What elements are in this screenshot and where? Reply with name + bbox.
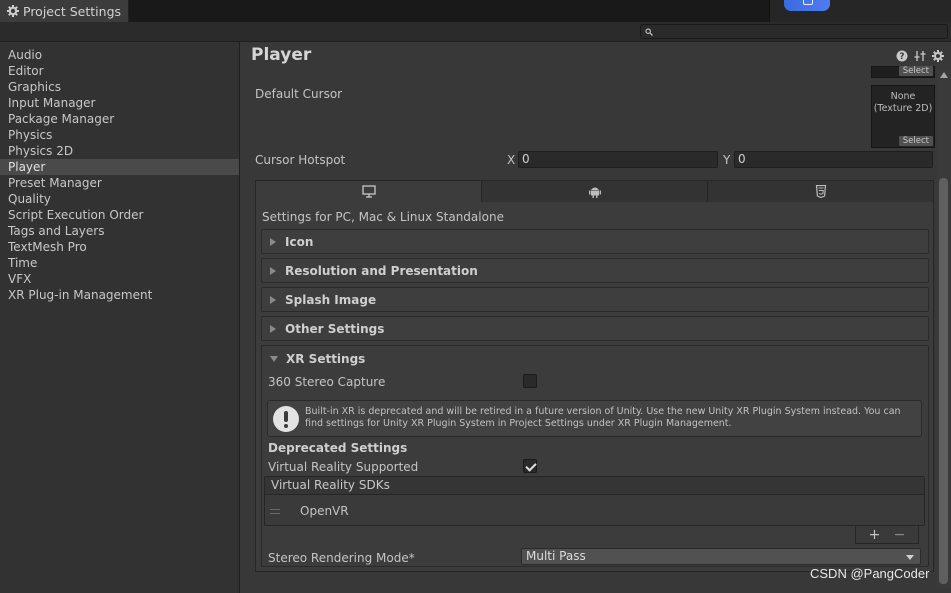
- deprecation-help-box: Built-in XR is deprecated and will be re…: [267, 400, 922, 437]
- sidebar-item-xr-plugin-management[interactable]: XR Plug-in Management: [0, 287, 239, 303]
- drag-handle-icon[interactable]: [270, 508, 280, 514]
- foldout-title: XR Settings: [286, 351, 366, 366]
- gear-icon[interactable]: [932, 50, 944, 62]
- default-icon-texture-field[interactable]: Select: [871, 66, 935, 78]
- texture-select-button[interactable]: Select: [898, 66, 933, 76]
- scroll-thumb[interactable]: [939, 178, 948, 584]
- hotspot-y-field[interactable]: 0: [734, 151, 933, 168]
- sidebar-item-quality[interactable]: Quality: [0, 191, 239, 207]
- platform-settings-box: Settings for PC, Mac & Linux Standalone …: [255, 180, 934, 572]
- tab-android[interactable]: [482, 181, 708, 202]
- vr-supported-checkbox[interactable]: [523, 459, 537, 473]
- cursor-select-button[interactable]: Select: [898, 136, 933, 146]
- window-tab-bar: Project Settings: [0, 0, 951, 22]
- foldout-splash-image[interactable]: Splash Image: [261, 287, 929, 312]
- default-cursor-texture-field[interactable]: None (Texture 2D) Select: [871, 85, 935, 148]
- vertical-scrollbar[interactable]: [937, 70, 951, 588]
- deprecated-settings-heading: Deprecated Settings: [268, 441, 408, 455]
- sidebar-item-graphics[interactable]: Graphics: [0, 79, 239, 95]
- help-text: Built-in XR is deprecated and will be re…: [305, 406, 901, 429]
- sidebar-item-player[interactable]: Player: [0, 159, 239, 175]
- help-icon[interactable]: ?: [896, 50, 908, 62]
- preset-icon[interactable]: [914, 50, 926, 62]
- foldout-title: Resolution and Presentation: [285, 263, 478, 278]
- foldout-other-settings[interactable]: Other Settings: [261, 316, 929, 341]
- default-cursor-label: Default Cursor: [255, 87, 343, 101]
- hotspot-x-field[interactable]: 0: [518, 151, 718, 168]
- chevron-right-icon: [270, 266, 276, 275]
- texture-none-text: None (Texture 2D): [872, 91, 934, 115]
- inspector-panel: Player ? Select Default Cursor None (Tex…: [241, 42, 951, 593]
- foldout-title: Other Settings: [285, 321, 385, 336]
- sidebar-item-tags-and-layers[interactable]: Tags and Layers: [0, 223, 239, 239]
- texture-none-line: None: [890, 91, 916, 102]
- platform-tabs: [256, 181, 933, 202]
- vr-supported-label: Virtual Reality Supported: [268, 460, 419, 474]
- gear-icon: [7, 5, 19, 17]
- stereo-mode-value: Multi Pass: [526, 549, 586, 563]
- sdk-list-header: Virtual Reality SDKs: [265, 477, 924, 495]
- search-box[interactable]: [640, 24, 948, 39]
- monitor-icon: [361, 185, 376, 198]
- search-row: [0, 22, 951, 42]
- sidebar-item-audio[interactable]: Audio: [0, 47, 239, 63]
- sidebar-item-input-manager[interactable]: Input Manager: [0, 95, 239, 111]
- sidebar-item-script-execution-order[interactable]: Script Execution Order: [0, 207, 239, 223]
- foldout-title: Splash Image: [285, 292, 377, 307]
- floating-app-icon[interactable]: [784, 0, 830, 11]
- sidebar-item-physics-2d[interactable]: Physics 2D: [0, 143, 239, 159]
- stereo-capture-checkbox[interactable]: [523, 374, 537, 388]
- scroll-up-icon[interactable]: [940, 72, 948, 78]
- stereo-mode-dropdown[interactable]: Multi Pass: [521, 548, 921, 565]
- cursor-hotspot-label: Cursor Hotspot: [255, 153, 346, 167]
- vr-sdk-list: Virtual Reality SDKs OpenVR: [264, 476, 925, 526]
- search-icon: [645, 27, 653, 36]
- header-icons: ?: [896, 50, 944, 62]
- foldout-title: Icon: [285, 234, 314, 249]
- warning-icon: [273, 406, 299, 432]
- stereo-capture-label: 360 Stereo Capture: [268, 375, 386, 389]
- chevron-right-icon: [270, 237, 276, 246]
- settings-sidebar: Audio Editor Graphics Input Manager Pack…: [0, 42, 240, 593]
- svg-text:?: ?: [900, 52, 905, 62]
- sidebar-item-physics[interactable]: Physics: [0, 127, 239, 143]
- tab-standalone[interactable]: [256, 181, 482, 202]
- android-icon: [588, 187, 601, 198]
- foldout-xr-settings[interactable]: XR Settings: [262, 346, 928, 371]
- tab-webgl[interactable]: [708, 181, 933, 202]
- sidebar-item-textmesh-pro[interactable]: TextMesh Pro: [0, 239, 239, 255]
- sdk-item-label: OpenVR: [300, 504, 349, 518]
- sidebar-item-editor[interactable]: Editor: [0, 63, 239, 79]
- watermark: CSDN @PangCoder: [810, 566, 930, 581]
- chevron-down-icon: [906, 555, 914, 560]
- search-input[interactable]: [657, 26, 937, 37]
- list-add-remove: + −: [855, 526, 919, 544]
- sidebar-item-package-manager[interactable]: Package Manager: [0, 111, 239, 127]
- texture-type-line: (Texture 2D): [873, 103, 933, 114]
- tab-title: Project Settings: [23, 3, 122, 19]
- foldout-resolution-and-presentation[interactable]: Resolution and Presentation: [261, 258, 929, 283]
- hotspot-y-label: Y: [723, 153, 731, 167]
- sidebar-item-time[interactable]: Time: [0, 255, 239, 271]
- add-sdk-button[interactable]: +: [869, 528, 881, 542]
- page-title: Player: [251, 45, 312, 65]
- list-item[interactable]: OpenVR: [265, 497, 924, 525]
- project-settings-tab[interactable]: Project Settings: [0, 0, 129, 22]
- foldout-icon[interactable]: Icon: [261, 229, 929, 254]
- chevron-right-icon: [270, 295, 276, 304]
- sidebar-item-vfx[interactable]: VFX: [0, 271, 239, 287]
- stereo-mode-label: Stereo Rendering Mode*: [268, 551, 415, 565]
- chevron-down-icon: [270, 355, 278, 362]
- xr-settings-panel: XR Settings 360 Stereo Capture Built-in …: [261, 345, 929, 567]
- remove-sdk-button[interactable]: −: [894, 528, 906, 542]
- settings-for-label: Settings for PC, Mac & Linux Standalone: [262, 210, 504, 224]
- html5-icon: [815, 185, 826, 198]
- chevron-right-icon: [270, 324, 276, 333]
- hotspot-x-label: X: [507, 153, 516, 167]
- sidebar-item-preset-manager[interactable]: Preset Manager: [0, 175, 239, 191]
